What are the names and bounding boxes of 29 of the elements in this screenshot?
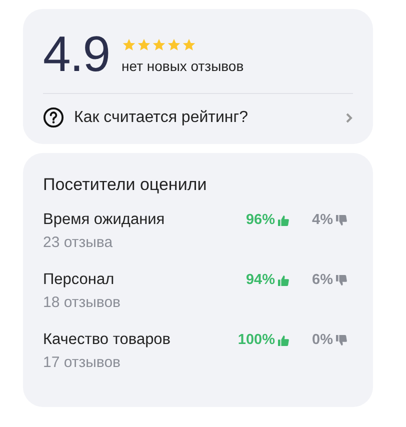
aspect-name: Персонал xyxy=(43,271,116,289)
thumbs-up-icon xyxy=(278,274,289,286)
review-count: 23 отзыва xyxy=(43,234,114,251)
positive-percent: 94% xyxy=(229,271,289,289)
aspect-name: Время ожидания xyxy=(43,211,166,229)
negative-percent: 4% xyxy=(289,211,347,229)
star-icon xyxy=(166,38,181,52)
aspect-name: Качество товаров xyxy=(43,331,172,349)
star-icon xyxy=(182,38,196,52)
review-count: 18 отзывов xyxy=(43,294,122,311)
rating-value: 4.9 xyxy=(43,29,110,79)
thumbs-up-icon xyxy=(278,334,289,346)
chevron-right-icon xyxy=(345,112,353,124)
review-count: 17 отзывов xyxy=(43,354,122,371)
reviews-caption: нет новых отзывов xyxy=(122,58,244,74)
help-icon xyxy=(43,107,64,128)
thumbs-down-icon xyxy=(336,334,347,346)
star-icon xyxy=(152,38,166,52)
thumbs-down-icon xyxy=(336,214,347,226)
star-icon xyxy=(136,38,151,52)
thumbs-up-icon xyxy=(278,214,289,226)
positive-percent: 100% xyxy=(229,331,289,349)
negative-percent: 0% xyxy=(289,331,347,349)
thumbs-down-icon xyxy=(336,274,347,286)
positive-percent: 96% xyxy=(229,211,289,229)
negative-percent: 6% xyxy=(289,271,347,289)
section-title: Посетители оценили xyxy=(43,175,208,195)
rating-help-link[interactable]: Как считается рейтинг? xyxy=(43,94,353,128)
star-icon xyxy=(122,38,136,52)
